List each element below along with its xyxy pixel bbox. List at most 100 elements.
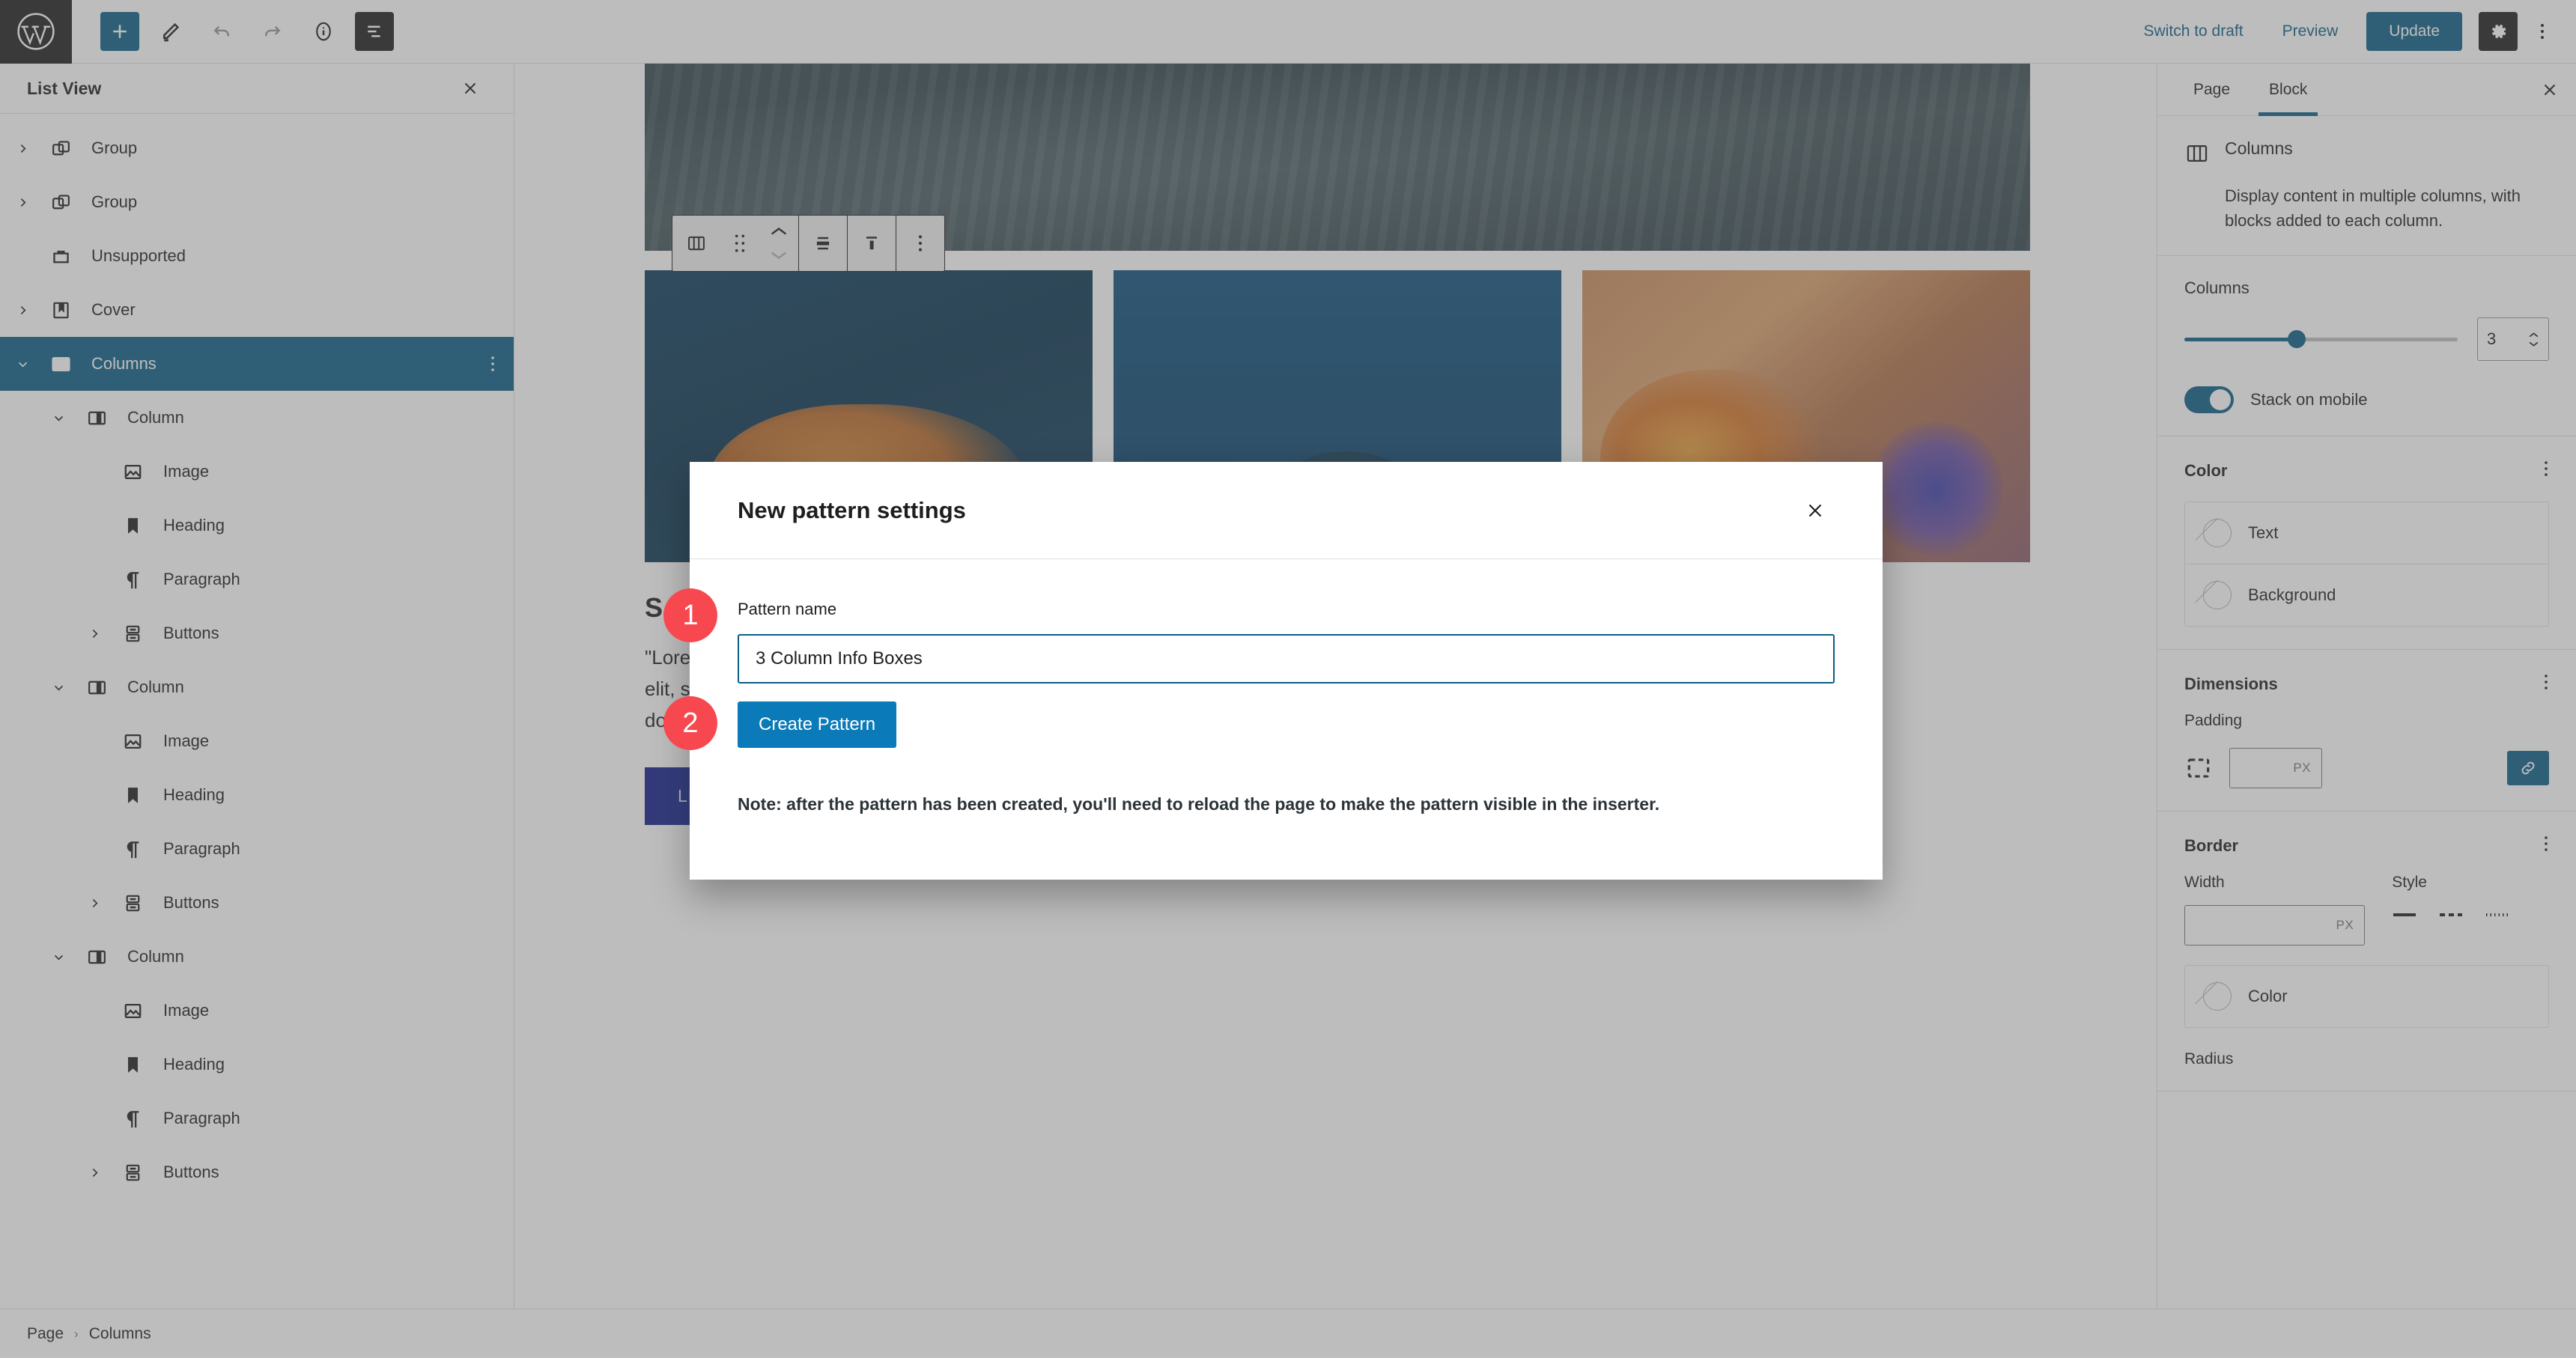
list-view-item-options-button[interactable] bbox=[490, 354, 496, 374]
list-view-item-buttons-14[interactable]: Buttons bbox=[0, 876, 514, 930]
drag-handle-button[interactable] bbox=[720, 216, 759, 271]
buttons-icon bbox=[112, 892, 153, 915]
dimensions-section-options-button[interactable] bbox=[2543, 672, 2549, 695]
list-view-item-buttons-9[interactable]: Buttons bbox=[0, 606, 514, 660]
padding-input[interactable]: PX bbox=[2229, 748, 2322, 788]
border-width-input[interactable]: PX bbox=[2184, 905, 2366, 946]
align-button[interactable] bbox=[799, 216, 847, 271]
vertical-align-button[interactable] bbox=[848, 216, 896, 271]
color-section-options-button[interactable] bbox=[2543, 459, 2549, 482]
list-view-item-image-6[interactable]: Image bbox=[0, 445, 514, 499]
undo-button[interactable] bbox=[202, 12, 241, 51]
list-view-item-label: Heading bbox=[163, 785, 225, 804]
preview-button[interactable]: Preview bbox=[2263, 22, 2358, 40]
border-color-label: Color bbox=[2248, 987, 2288, 1005]
list-view-item-group-1[interactable]: Group bbox=[0, 175, 514, 229]
chevron-down-icon bbox=[54, 685, 63, 690]
wordpress-logo[interactable] bbox=[0, 0, 72, 64]
list-view-item-paragraph-18[interactable]: Paragraph bbox=[0, 1091, 514, 1145]
block-type-columns-button[interactable] bbox=[672, 216, 720, 271]
expand-toggle-icon[interactable] bbox=[76, 627, 112, 640]
border-width-label: Width bbox=[2184, 874, 2225, 891]
list-view-item-label: Columns bbox=[91, 354, 157, 373]
modal-close-button[interactable] bbox=[1796, 491, 1835, 530]
list-view-item-unsupported-2[interactable]: Unsupported bbox=[0, 229, 514, 283]
image-icon bbox=[112, 460, 153, 484]
expand-toggle-icon[interactable] bbox=[4, 196, 40, 209]
tab-block[interactable]: Block bbox=[2250, 64, 2327, 116]
list-view-item-buttons-19[interactable]: Buttons bbox=[0, 1145, 514, 1199]
list-view-item-image-16[interactable]: Image bbox=[0, 984, 514, 1038]
header-options-button[interactable] bbox=[2525, 12, 2560, 51]
info-icon bbox=[316, 22, 331, 41]
list-view-item-label: Paragraph bbox=[163, 570, 240, 588]
header-actions: Switch to draft Preview Update bbox=[2124, 12, 2576, 51]
list-view-item-label: Column bbox=[127, 678, 184, 696]
list-view-item-paragraph-8[interactable]: Paragraph bbox=[0, 552, 514, 606]
chevron-down-icon bbox=[2529, 341, 2539, 347]
list-view-item-paragraph-13[interactable]: Paragraph bbox=[0, 822, 514, 876]
modal-header: New pattern settings bbox=[690, 462, 1883, 559]
redo-button[interactable] bbox=[253, 12, 292, 51]
columns-count-input[interactable]: 3 bbox=[2477, 317, 2549, 361]
list-view-item-columns-4[interactable]: Columns bbox=[0, 337, 514, 391]
modal-body: Pattern name Create Pattern Note: after … bbox=[690, 559, 1883, 880]
heading-icon bbox=[112, 514, 153, 538]
list-view-item-image-11[interactable]: Image bbox=[0, 714, 514, 768]
breadcrumb-item-columns[interactable]: Columns bbox=[89, 1325, 151, 1343]
tools-pencil-button[interactable] bbox=[151, 12, 190, 51]
padding-label: Padding bbox=[2184, 712, 2243, 729]
list-view-item-column-15[interactable]: Column bbox=[0, 930, 514, 984]
list-view-item-column-10[interactable]: Column bbox=[0, 660, 514, 714]
switch-to-draft-button[interactable]: Switch to draft bbox=[2124, 22, 2263, 40]
list-view-toggle-button[interactable] bbox=[355, 12, 394, 51]
number-stepper[interactable] bbox=[2528, 332, 2539, 347]
expand-toggle-icon[interactable] bbox=[4, 304, 40, 317]
move-block-buttons[interactable] bbox=[759, 216, 798, 271]
create-pattern-button[interactable]: Create Pattern bbox=[738, 701, 897, 748]
color-background-row[interactable]: Background bbox=[2185, 564, 2548, 626]
list-view-item-heading-7[interactable]: Heading bbox=[0, 499, 514, 552]
color-text-row[interactable]: Text bbox=[2185, 502, 2548, 564]
expand-toggle-icon[interactable] bbox=[40, 681, 76, 694]
border-style-dotted-button[interactable] bbox=[2485, 911, 2510, 919]
list-view-close-button[interactable] bbox=[454, 72, 487, 105]
columns-count-slider[interactable] bbox=[2184, 330, 2458, 348]
list-view-item-group-0[interactable]: Group bbox=[0, 121, 514, 175]
image-icon bbox=[112, 730, 153, 753]
details-button[interactable] bbox=[304, 12, 343, 51]
expand-toggle-icon[interactable] bbox=[76, 897, 112, 910]
add-block-button[interactable] bbox=[100, 12, 139, 51]
border-style-solid-button[interactable] bbox=[2392, 911, 2417, 919]
pattern-name-input[interactable] bbox=[738, 634, 1835, 683]
padding-sides-icon[interactable] bbox=[2184, 754, 2213, 782]
expand-toggle-icon[interactable] bbox=[4, 142, 40, 155]
list-view-item-label: Heading bbox=[163, 1055, 225, 1074]
border-style-dashed-button[interactable] bbox=[2438, 911, 2464, 919]
link-padding-sides-button[interactable] bbox=[2507, 751, 2549, 785]
expand-toggle-icon[interactable] bbox=[40, 951, 76, 963]
chevron-down-icon bbox=[54, 954, 63, 960]
update-button[interactable]: Update bbox=[2366, 12, 2462, 51]
list-view-tree: Group Group Unsupported Cover Columns Column I… bbox=[0, 114, 514, 1358]
tab-page[interactable]: Page bbox=[2174, 64, 2250, 115]
expand-toggle-icon[interactable] bbox=[76, 1166, 112, 1179]
chevron-right-icon bbox=[92, 1168, 97, 1177]
stack-on-mobile-toggle[interactable] bbox=[2184, 386, 2234, 413]
border-width-unit-label: PX bbox=[2336, 918, 2354, 932]
list-view-item-cover-3[interactable]: Cover bbox=[0, 283, 514, 337]
border-section-options-button[interactable] bbox=[2543, 834, 2549, 857]
paragraph-icon bbox=[112, 568, 153, 591]
slider-thumb[interactable] bbox=[2287, 330, 2306, 348]
settings-gear-button[interactable] bbox=[2479, 12, 2518, 51]
sidebar-close-button[interactable] bbox=[2524, 64, 2576, 115]
breadcrumb-item-page[interactable]: Page bbox=[27, 1325, 64, 1343]
list-view-item-heading-17[interactable]: Heading bbox=[0, 1038, 514, 1091]
expand-toggle-icon[interactable] bbox=[40, 412, 76, 424]
expand-toggle-icon[interactable] bbox=[4, 358, 40, 371]
list-view-item-heading-12[interactable]: Heading bbox=[0, 768, 514, 822]
block-more-options-button[interactable] bbox=[896, 216, 944, 271]
columns-icon bbox=[40, 353, 81, 376]
list-view-item-column-5[interactable]: Column bbox=[0, 391, 514, 445]
border-color-row[interactable]: Color bbox=[2185, 966, 2548, 1027]
